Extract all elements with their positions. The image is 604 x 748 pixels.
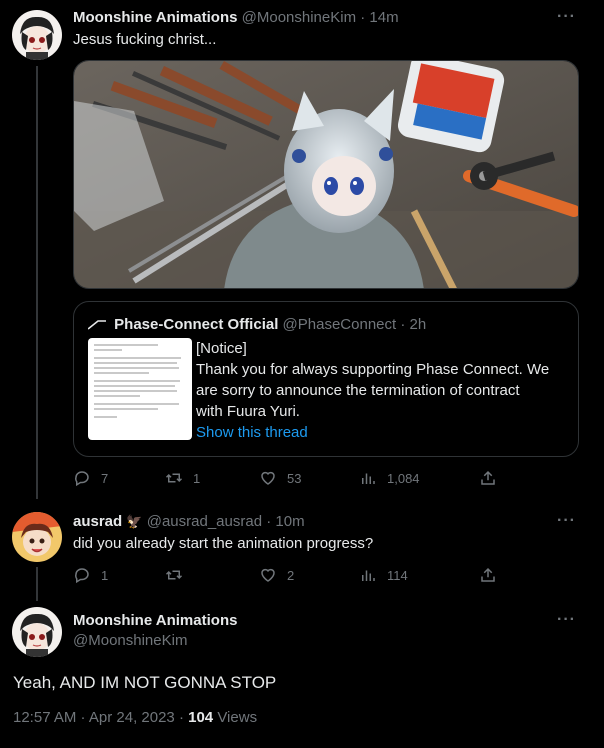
timestamp[interactable]: 14m (369, 9, 398, 26)
show-thread-link[interactable]: Show this thread (196, 422, 566, 443)
tweet-meta: 12:57 AM · Apr 24, 2023 · 104 Views (13, 709, 257, 726)
tweet-media-photo[interactable] (73, 60, 579, 289)
views-count: 114 (387, 567, 408, 583)
avatar[interactable] (12, 607, 62, 657)
views-chart-icon (362, 570, 375, 581)
eagle-emoji-icon: 🦅 (126, 514, 143, 529)
avatar-image (12, 607, 62, 657)
reply-icon (75, 471, 89, 487)
reply-count: 1 (101, 567, 109, 583)
reply-button[interactable]: 1 (73, 566, 108, 584)
tweet-text: Yeah, AND IM NOT GONNA STOP (13, 673, 277, 692)
views-count: 1,084 (387, 470, 420, 486)
avatar-image (12, 10, 62, 60)
notice-document-thumbnail[interactable] (88, 338, 192, 440)
phase-connect-logo-icon (87, 320, 106, 330)
tweet-text: Jesus fucking christ... (73, 31, 217, 48)
views-chart-icon (362, 473, 375, 484)
tweet-header: Moonshine Animations @MoonshineKim · 14m (73, 9, 399, 26)
share-button[interactable] (479, 566, 497, 584)
thread-connector (36, 567, 38, 601)
like-count: 53 (287, 470, 302, 486)
display-name[interactable]: Moonshine Animations (73, 9, 237, 26)
quote-timestamp: 2h (409, 316, 427, 333)
quote-line: are sorry to announce the termination of… (196, 382, 520, 399)
display-name[interactable]: ausrad (73, 513, 122, 530)
avatar[interactable] (12, 10, 62, 60)
thread-connector (36, 66, 38, 499)
views-count: 104 (188, 709, 214, 726)
tweet-header: ausrad 🦅 @ausrad_ausrad · 10m (73, 513, 305, 530)
tweet-header: Moonshine Animations @MoonshineKim (73, 612, 237, 649)
tweet-actions: 7 1 53 1,084 (73, 469, 513, 489)
quote-header: Phase-Connect Official @PhaseConnect · 2… (87, 316, 427, 333)
heart-icon (261, 471, 275, 485)
figure-photo-image (74, 61, 578, 288)
like-count: 2 (287, 567, 295, 583)
reply-count: 7 (101, 470, 109, 486)
timestamp[interactable]: 12:57 AM · Apr 24, 2023 · (13, 709, 184, 726)
retweet-button[interactable] (165, 566, 193, 584)
views-label: Views (217, 709, 258, 726)
views-button[interactable]: 1,084 (359, 469, 420, 487)
like-button[interactable]: 53 (259, 469, 301, 487)
quoted-tweet[interactable]: Phase-Connect Official @PhaseConnect · 2… (73, 301, 579, 457)
reply-icon (75, 568, 89, 584)
handle[interactable]: @MoonshineKim (73, 632, 237, 649)
tweet-actions: 1 2 114 (73, 566, 513, 586)
tweet-reply[interactable]: ausrad 🦅 @ausrad_ausrad · 10m ··· did yo… (0, 499, 604, 601)
tweet-focused[interactable]: Moonshine Animations @MoonshineKim ··· Y… (0, 601, 604, 748)
quote-handle: @PhaseConnect (282, 316, 397, 333)
timestamp[interactable]: 10m (275, 513, 304, 530)
heart-icon (261, 568, 275, 582)
share-button[interactable] (479, 469, 497, 487)
handle[interactable]: @MoonshineKim (242, 9, 356, 26)
retweet-button[interactable]: 1 (165, 469, 200, 487)
avatar[interactable] (12, 512, 62, 562)
tweet-text: did you already start the animation prog… (73, 535, 374, 552)
retweet-icon (165, 473, 183, 483)
avatar-image (12, 512, 62, 562)
retweet-icon (165, 570, 183, 580)
like-button[interactable]: 2 (259, 566, 294, 584)
more-options-icon[interactable]: ··· (557, 8, 576, 26)
quote-line: [Notice] (196, 340, 247, 357)
quote-display-name: Phase-Connect Official (114, 316, 279, 333)
more-options-icon[interactable]: ··· (557, 512, 576, 530)
share-icon (481, 567, 495, 582)
retweet-count: 1 (193, 470, 201, 486)
views-button[interactable]: 114 (359, 566, 408, 584)
handle[interactable]: @ausrad_ausrad (147, 513, 262, 530)
quote-line: with Fuura Yuri. (196, 403, 300, 420)
more-options-icon[interactable]: ··· (557, 611, 576, 629)
quote-text: [Notice] Thank you for always supporting… (196, 338, 566, 443)
quote-line: Thank you for always supporting Phase Co… (196, 361, 550, 378)
tweet-main[interactable]: Moonshine Animations @MoonshineKim · 14m… (0, 0, 604, 499)
reply-button[interactable]: 7 (73, 469, 108, 487)
share-icon (481, 470, 495, 485)
display-name[interactable]: Moonshine Animations (73, 612, 237, 629)
